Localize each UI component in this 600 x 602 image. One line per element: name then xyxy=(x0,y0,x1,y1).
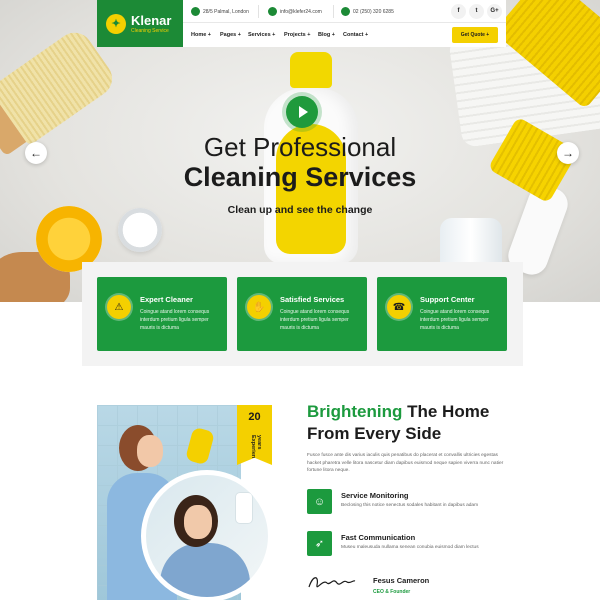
service-text: Museu maleusuda nullama senean conubia e… xyxy=(341,545,479,550)
email-text[interactable]: info@klefer24.com xyxy=(280,9,322,15)
feature-card-expert-cleaner[interactable]: ⚠ Expert Cleaner Coingue atand lorem con… xyxy=(97,277,227,351)
top-contact-bar: 28/5 Palmal, London info@klefer24.com 02… xyxy=(183,0,506,23)
get-quote-button[interactable]: Get Quote + xyxy=(452,27,498,43)
feature-card-satisfied-services[interactable]: ✋ Satisfied Services Coingue atand lorem… xyxy=(237,277,367,351)
signature-image xyxy=(308,577,356,588)
feature-title: Satisfied Services xyxy=(280,295,345,304)
about-paragraph: Fusce fusce ante dis varius iaculis quis… xyxy=(307,453,504,473)
address-item: 28/5 Palmal, London xyxy=(191,0,249,23)
google-plus-icon[interactable]: G+ xyxy=(487,4,502,19)
spray-bottle-icon: ✦ xyxy=(106,13,126,34)
feature-text: Coingue atand lorem consequs interdum pr… xyxy=(280,309,350,331)
about-title-line1: Brightening The Home xyxy=(307,402,489,422)
service-title: Service Monitoring xyxy=(341,491,409,500)
mail-icon xyxy=(268,7,277,16)
email-item[interactable]: info@klefer24.com xyxy=(268,0,322,23)
twitter-icon[interactable]: t xyxy=(469,4,484,19)
play-video-button[interactable] xyxy=(286,96,318,128)
shield-icon: ⚠ xyxy=(107,295,131,319)
nav-contact[interactable]: Contact + xyxy=(343,23,368,47)
about-title-rest: The Home xyxy=(402,402,490,421)
feature-text: Coingue atand lorem consequs interdum pr… xyxy=(140,309,210,331)
facebook-icon[interactable]: f xyxy=(451,4,466,19)
phone-text[interactable]: 02 (250) 320 6285 xyxy=(353,9,394,15)
arrow-left-icon: ← xyxy=(30,146,42,160)
feature-title: Support Center xyxy=(420,295,475,304)
nav-projects[interactable]: Projects + xyxy=(284,23,310,47)
founder-name: Fesus Cameron xyxy=(373,576,430,585)
experience-badge: 20 years Experience xyxy=(237,405,272,465)
slider-next-button[interactable]: → xyxy=(557,142,579,164)
hero-title-line2: Cleaning Services xyxy=(183,162,417,192)
phone-icon xyxy=(341,7,350,16)
about-title-highlight: Brightening xyxy=(307,402,403,421)
slider-prev-button[interactable]: ← xyxy=(25,142,47,164)
feature-text: Coingue atand lorem consequs interdum pr… xyxy=(420,309,490,331)
founder-role: CEO & Founder xyxy=(373,589,411,595)
feature-title: Expert Cleaner xyxy=(140,295,193,304)
nav-home[interactable]: Home + xyxy=(191,23,211,47)
nav-blog[interactable]: Blog + xyxy=(318,23,335,47)
arrow-right-icon: → xyxy=(562,146,574,160)
nav-pages[interactable]: Pages + xyxy=(220,23,241,47)
hero-subtitle: Clean up and see the change xyxy=(227,204,373,216)
rocket-icon: ➶ xyxy=(307,531,332,556)
handshake-icon: ✋ xyxy=(247,295,271,319)
about-title-line2: From Every Side xyxy=(307,424,442,443)
service-title: Fast Communication xyxy=(341,533,416,542)
location-pin-icon xyxy=(191,7,200,16)
logo-tagline: Cleaning Service xyxy=(131,27,169,34)
feature-card-support-center[interactable]: ☎ Support Center Coingue atand lorem con… xyxy=(377,277,507,351)
hero-title-line1: Get Professional xyxy=(203,132,397,162)
logo[interactable]: ✦ Klenar Cleaning Service xyxy=(97,0,183,47)
cleaner-circle-photo xyxy=(141,470,273,602)
nav-services[interactable]: Services + xyxy=(248,23,275,47)
experience-number: 20 xyxy=(248,411,261,423)
service-text: Beclosing this notice senectus sodales h… xyxy=(341,503,479,508)
phone-item[interactable]: 02 (250) 320 6285 xyxy=(341,0,394,23)
address-text: 28/5 Palmal, London xyxy=(203,8,249,15)
headset-icon: ☎ xyxy=(387,295,411,319)
logo-name: Klenar xyxy=(131,12,172,28)
smiley-icon: ☺ xyxy=(307,489,332,514)
experience-label: years Experience xyxy=(250,435,262,465)
